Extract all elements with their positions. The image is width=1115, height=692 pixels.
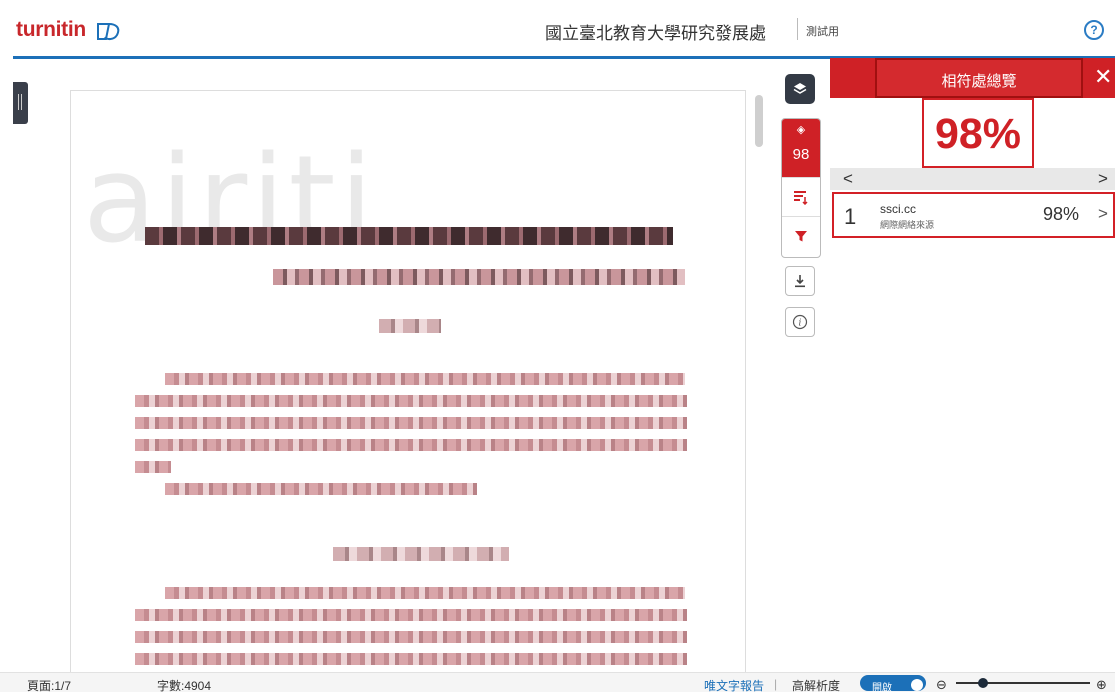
match-overview-panel: 相符處總覽 ✕ 98% < > 1 ssci.cc 網際網絡來源 98% > (830, 58, 1115, 672)
similarity-score-button[interactable]: ◈ 98 (782, 119, 820, 177)
toggle-knob (911, 679, 923, 691)
mode-label: 測試用 (806, 26, 839, 38)
text-only-report-link[interactable]: 唯文字報告 (704, 677, 764, 692)
match-navigation-bar: < > (830, 168, 1115, 190)
text-line-redacted (165, 483, 477, 495)
turnitin-logo[interactable]: turnitin (16, 18, 86, 42)
text-line-redacted (165, 587, 685, 599)
info-button[interactable]: i (785, 307, 815, 337)
layers-icon (793, 83, 807, 94)
match-tools-group: ◈ 98 (781, 118, 821, 258)
panel-title: 相符處總覽 (941, 73, 1017, 90)
page-indicator: 頁面:1/7 (27, 679, 72, 692)
text-line-redacted (135, 653, 687, 665)
text-line-redacted (135, 609, 687, 621)
question-circle-icon[interactable]: ? (1084, 20, 1104, 40)
chevron-right-icon[interactable]: > (1098, 204, 1108, 224)
filter-icon (795, 231, 807, 242)
download-icon (795, 275, 805, 288)
panel-header: 相符處總覽 ✕ (830, 58, 1115, 98)
overall-percentage-highlight: 98% (922, 98, 1034, 168)
match-source-name: ssci.cc (880, 202, 916, 216)
zoom-in-icon[interactable]: ⊕ (1096, 677, 1107, 692)
word-count: 字數:4904 (157, 679, 212, 692)
sidebar-toggle-handle[interactable] (13, 82, 28, 124)
zoom-slider[interactable] (956, 682, 1090, 684)
match-source-item[interactable]: 1 ssci.cc 網際網絡來源 98% > (832, 192, 1115, 238)
text-line-redacted (379, 319, 441, 333)
text-line-redacted (145, 227, 673, 245)
zoom-slider-handle[interactable] (977, 678, 988, 688)
overall-percentage: 98% (934, 110, 1022, 158)
chevron-right-icon[interactable]: > (1098, 168, 1108, 190)
document-viewer[interactable]: airiti (28, 60, 780, 690)
text-line-redacted (135, 395, 687, 407)
zoom-out-icon[interactable]: ⊖ (936, 677, 947, 692)
toggle-state-label: 開啟 (872, 683, 892, 692)
grip-line (21, 94, 22, 110)
text-line-redacted (135, 417, 687, 429)
text-line-redacted (165, 373, 685, 385)
text-line-redacted (135, 631, 687, 643)
download-button[interactable] (785, 266, 815, 296)
text-line-redacted (135, 439, 687, 451)
sort-button[interactable] (782, 177, 820, 215)
chevron-left-icon[interactable]: < (843, 168, 853, 190)
high-resolution-label: 高解析度 (792, 679, 841, 692)
status-bar: 頁面:1/7 字數:4904 唯文字報告 | 高解析度 開啟 ⊖ ⊕ (0, 672, 1115, 692)
header-divider (797, 18, 798, 40)
institution-name: 國立臺北教育大學研究發展處 (545, 24, 766, 43)
layers-icon: ◈ (796, 124, 806, 136)
grip-line (18, 94, 19, 110)
document-page: airiti (70, 90, 746, 690)
document-scrollbar[interactable] (755, 95, 763, 147)
panel-title-highlight: 相符處總覽 (875, 58, 1083, 98)
text-line-redacted (135, 461, 171, 473)
turnitin-logo-mark-icon (97, 23, 120, 41)
turnitin-viewer: turnitin 國立臺北教育大學研究發展處 測試用 ? airiti ◈ 98… (0, 0, 1115, 692)
watermark: airiti (83, 131, 377, 270)
match-source-type: 網際網絡來源 (880, 220, 935, 230)
close-icon[interactable]: ✕ (1094, 64, 1112, 90)
match-index: 1 (844, 204, 857, 229)
layers-button[interactable] (785, 74, 815, 104)
status-divider: | (774, 677, 778, 691)
filter-button[interactable] (782, 216, 820, 254)
info-icon: i (792, 314, 808, 330)
similarity-score: 98 (792, 146, 810, 163)
text-line-redacted (273, 269, 685, 285)
match-percentage: 98% (1043, 204, 1080, 224)
sort-icon (794, 191, 808, 206)
top-header: turnitin 國立臺北教育大學研究發展處 測試用 ? (0, 0, 1115, 59)
high-resolution-toggle[interactable]: 開啟 (860, 675, 926, 692)
svg-text:i: i (799, 319, 802, 329)
text-line-redacted (333, 547, 509, 561)
